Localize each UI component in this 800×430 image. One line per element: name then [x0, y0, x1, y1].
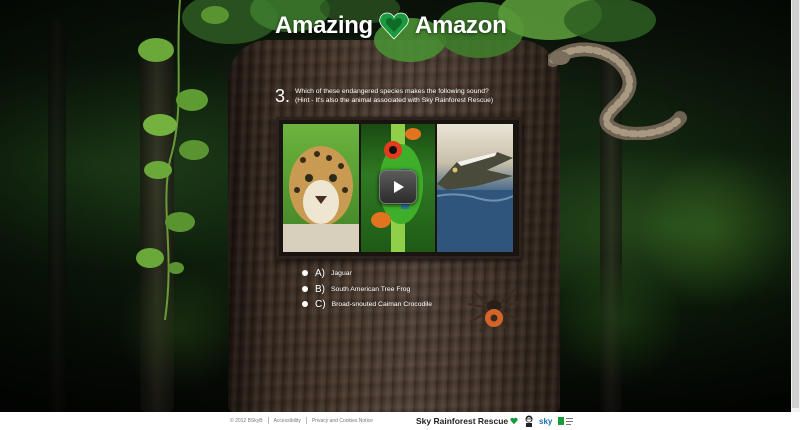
snake-illustration — [548, 42, 687, 140]
question-hint: (Hint - It's also the animal associated … — [295, 96, 494, 104]
site-title: Amazing Amazon — [275, 9, 515, 43]
option-letter: C) — [315, 298, 326, 310]
spider-illustration — [467, 287, 521, 333]
hanging-vine — [136, 0, 229, 321]
question-text: Which of these endangered species makes … — [295, 88, 545, 105]
footer: © 2012 BSkyB Accessibility Privacy and C… — [0, 412, 800, 430]
option-a[interactable]: A) Jaguar — [302, 266, 352, 280]
caiman-icon — [437, 152, 513, 252]
divider — [267, 417, 269, 424]
scrollbar-thumb[interactable] — [792, 0, 799, 408]
media-panel — [276, 117, 522, 259]
accessibility-link[interactable]: Accessibility — [274, 418, 301, 424]
caiman-photo — [437, 124, 513, 252]
page: Amazing Amazon 3. Which of these endange… — [0, 0, 800, 430]
option-letter: A) — [315, 267, 325, 279]
footer-brand: Sky Rainforest Rescue sky — [416, 415, 574, 427]
question-prompt: Which of these endangered species makes … — [295, 88, 489, 95]
scrollbar[interactable] — [791, 0, 800, 412]
svg-text:sky: sky — [539, 417, 553, 426]
option-b[interactable]: B) South American Tree Frog — [302, 282, 410, 296]
play-button[interactable] — [379, 170, 417, 204]
partner-logo-icon — [558, 417, 574, 425]
heart-icon — [510, 417, 518, 425]
jaguar-photo — [283, 124, 359, 252]
question-number: 3. — [275, 86, 291, 106]
option-label: Broad-snouted Caiman Crocodile — [331, 300, 433, 308]
copyright-text: © 2012 BSkyB — [230, 417, 263, 424]
option-letter: B) — [315, 283, 325, 295]
brand-name: Sky Rainforest Rescue — [416, 416, 509, 426]
radio-button[interactable] — [302, 301, 308, 307]
heart-icon — [379, 12, 409, 40]
play-icon — [394, 181, 404, 193]
option-label: Jaguar — [331, 269, 352, 277]
radio-button[interactable] — [302, 270, 308, 276]
title-word-amazon: Amazon — [414, 12, 507, 39]
sky-logo-icon: sky — [539, 417, 553, 426]
jaguar-icon — [283, 146, 359, 252]
option-label: South American Tree Frog — [331, 285, 411, 293]
radio-button[interactable] — [302, 286, 308, 292]
title-word-amazing: Amazing — [275, 12, 373, 39]
privacy-link[interactable]: Privacy and Cookies Notice — [312, 418, 373, 424]
divider — [305, 417, 307, 424]
wwf-panda-icon — [525, 415, 533, 427]
footer-links: © 2012 BSkyB Accessibility Privacy and C… — [230, 417, 373, 424]
option-c[interactable]: C) Broad-snouted Caiman Crocodile — [302, 297, 432, 311]
